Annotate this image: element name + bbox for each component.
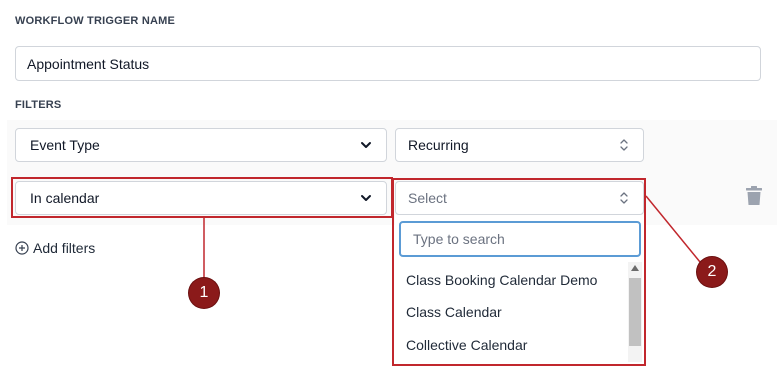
callout-badge-2: 2 [697, 257, 727, 287]
annotation-lines [203, 195, 701, 279]
callout-badge-1: 1 [189, 278, 219, 308]
